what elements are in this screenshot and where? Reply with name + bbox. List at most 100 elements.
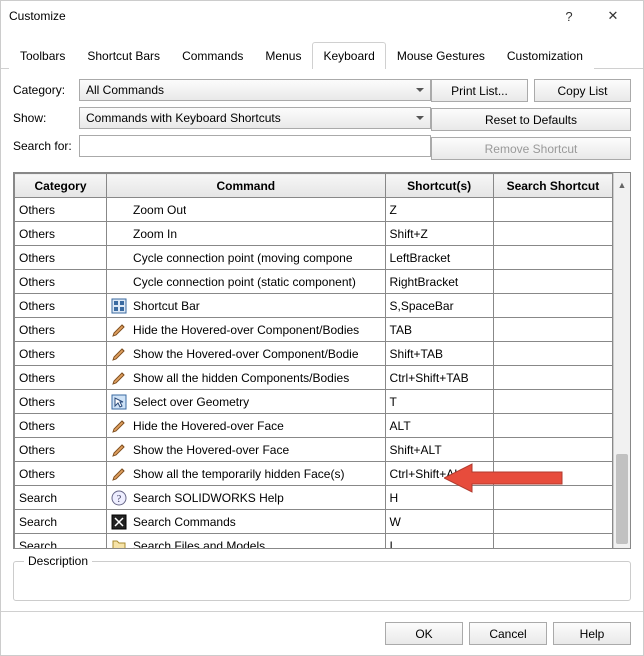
titlebar: Customize ? ✕ xyxy=(1,1,643,31)
col-shortcuts-header[interactable]: Shortcut(s) xyxy=(385,174,493,198)
search-for-label: Search for: xyxy=(13,139,73,153)
table-row[interactable]: SearchSearch Files and ModelsI xyxy=(15,534,613,549)
table-row[interactable]: Others Cycle connection point (moving com… xyxy=(15,246,613,270)
blank-icon xyxy=(111,202,127,218)
cell-category: Others xyxy=(15,246,107,270)
table-row[interactable]: Others Show all the temporarily hidden Fa… xyxy=(15,462,613,486)
cell-search-shortcut[interactable] xyxy=(493,486,612,510)
cell-search-shortcut[interactable] xyxy=(493,462,612,486)
cell-shortcut[interactable]: RightBracket xyxy=(385,270,493,294)
cell-category: Others xyxy=(15,462,107,486)
vertical-scrollbar[interactable]: ▲ xyxy=(613,173,630,548)
cell-search-shortcut[interactable] xyxy=(493,270,612,294)
table-row[interactable]: OthersZoom InShift+Z xyxy=(15,222,613,246)
searchcmd-icon xyxy=(111,514,127,530)
cell-search-shortcut[interactable] xyxy=(493,414,612,438)
show-dropdown-value: Commands with Keyboard Shortcuts xyxy=(86,111,281,125)
cell-search-shortcut[interactable] xyxy=(493,294,612,318)
cell-shortcut[interactable]: TAB xyxy=(385,318,493,342)
shortcut-icon xyxy=(111,298,127,314)
table-row[interactable]: Search?Search SOLIDWORKS HelpH xyxy=(15,486,613,510)
cell-search-shortcut[interactable] xyxy=(493,366,612,390)
table-row[interactable]: OthersZoom OutZ xyxy=(15,198,613,222)
table-row[interactable]: OthersShortcut BarS,SpaceBar xyxy=(15,294,613,318)
shortcuts-table-container: Category Command Shortcut(s) Search Shor… xyxy=(13,172,631,549)
command-text: Zoom In xyxy=(133,227,177,241)
pencil-icon xyxy=(111,442,127,458)
tab-menus[interactable]: Menus xyxy=(254,42,312,69)
cell-shortcut[interactable]: Ctrl+Shift+ALT xyxy=(385,462,493,486)
cell-shortcut[interactable]: I xyxy=(385,534,493,549)
print-list-button[interactable]: Print List... xyxy=(431,79,528,102)
col-search-shortcut-header[interactable]: Search Shortcut xyxy=(493,174,612,198)
cell-shortcut[interactable]: H xyxy=(385,486,493,510)
tab-keyboard[interactable]: Keyboard xyxy=(312,42,385,69)
cell-category: Others xyxy=(15,270,107,294)
description-group: Description xyxy=(13,561,631,601)
cell-shortcut[interactable]: Shift+ALT xyxy=(385,438,493,462)
cell-search-shortcut[interactable] xyxy=(493,342,612,366)
command-text: Cycle connection point (moving compone xyxy=(133,251,352,265)
help-sys-button[interactable]: ? xyxy=(547,1,591,31)
blank-icon xyxy=(111,250,127,266)
command-text: Search SOLIDWORKS Help xyxy=(133,491,284,505)
col-command-header[interactable]: Command xyxy=(107,174,385,198)
table-row[interactable]: OthersHide the Hovered-over Component/Bo… xyxy=(15,318,613,342)
table-row[interactable]: OthersShow the Hovered-over FaceShift+AL… xyxy=(15,438,613,462)
tab-shortcut-bars[interactable]: Shortcut Bars xyxy=(76,42,171,69)
cell-category: Others xyxy=(15,414,107,438)
cell-shortcut[interactable]: LeftBracket xyxy=(385,246,493,270)
reset-defaults-button[interactable]: Reset to Defaults xyxy=(431,108,631,131)
blank-icon xyxy=(111,274,127,290)
cell-category: Others xyxy=(15,366,107,390)
command-text: Show all the temporarily hidden Face(s) xyxy=(133,467,344,481)
cell-command: Show all the temporarily hidden Face(s) xyxy=(107,462,385,486)
cell-command: Search Commands xyxy=(107,510,385,534)
scroll-thumb[interactable] xyxy=(616,454,628,544)
cell-search-shortcut[interactable] xyxy=(493,390,612,414)
cell-shortcut[interactable]: Shift+TAB xyxy=(385,342,493,366)
cell-search-shortcut[interactable] xyxy=(493,198,612,222)
help-button[interactable]: Help xyxy=(553,622,631,645)
cell-shortcut[interactable]: Z xyxy=(385,198,493,222)
cell-shortcut[interactable]: Shift+Z xyxy=(385,222,493,246)
copy-list-button[interactable]: Copy List xyxy=(534,79,631,102)
close-button[interactable]: ✕ xyxy=(591,1,635,31)
blank-icon xyxy=(111,226,127,242)
customize-dialog: Customize ? ✕ ToolbarsShortcut BarsComma… xyxy=(0,0,644,656)
cell-search-shortcut[interactable] xyxy=(493,438,612,462)
cell-shortcut[interactable]: S,SpaceBar xyxy=(385,294,493,318)
scroll-arrow-up-icon: ▲ xyxy=(616,177,628,193)
cell-search-shortcut[interactable] xyxy=(493,510,612,534)
cell-search-shortcut[interactable] xyxy=(493,222,612,246)
command-text: Select over Geometry xyxy=(133,395,249,409)
cell-category: Search xyxy=(15,486,107,510)
table-row[interactable]: SearchSearch CommandsW xyxy=(15,510,613,534)
table-row[interactable]: OthersCycle connection point (static com… xyxy=(15,270,613,294)
cell-command: ?Search SOLIDWORKS Help xyxy=(107,486,385,510)
tab-mouse-gestures[interactable]: Mouse Gestures xyxy=(386,42,496,69)
cell-shortcut[interactable]: T xyxy=(385,390,493,414)
cell-search-shortcut[interactable] xyxy=(493,246,612,270)
col-category-header[interactable]: Category xyxy=(15,174,107,198)
tab-content: Category: All Commands Show: Commands wi… xyxy=(1,69,643,611)
command-text: Show all the hidden Components/Bodies xyxy=(133,371,349,385)
table-row[interactable]: Others Show all the hidden Components/Bod… xyxy=(15,366,613,390)
cell-shortcut[interactable]: Ctrl+Shift+TAB xyxy=(385,366,493,390)
show-dropdown[interactable]: Commands with Keyboard Shortcuts xyxy=(79,107,431,129)
category-dropdown[interactable]: All Commands xyxy=(79,79,431,101)
cell-search-shortcut[interactable] xyxy=(493,318,612,342)
tab-customization[interactable]: Customization xyxy=(496,42,594,69)
table-row[interactable]: OthersSelect over GeometryT xyxy=(15,390,613,414)
tab-toolbars[interactable]: Toolbars xyxy=(9,42,76,69)
cell-shortcut[interactable]: W xyxy=(385,510,493,534)
table-row[interactable]: OthersShow the Hovered-over Component/Bo… xyxy=(15,342,613,366)
cancel-button[interactable]: Cancel xyxy=(469,622,547,645)
cell-shortcut[interactable]: ALT xyxy=(385,414,493,438)
select-icon xyxy=(111,394,127,410)
search-input[interactable] xyxy=(79,135,431,157)
ok-button[interactable]: OK xyxy=(385,622,463,645)
tab-commands[interactable]: Commands xyxy=(171,42,254,69)
table-row[interactable]: OthersHide the Hovered-over FaceALT xyxy=(15,414,613,438)
cell-search-shortcut[interactable] xyxy=(493,534,612,549)
